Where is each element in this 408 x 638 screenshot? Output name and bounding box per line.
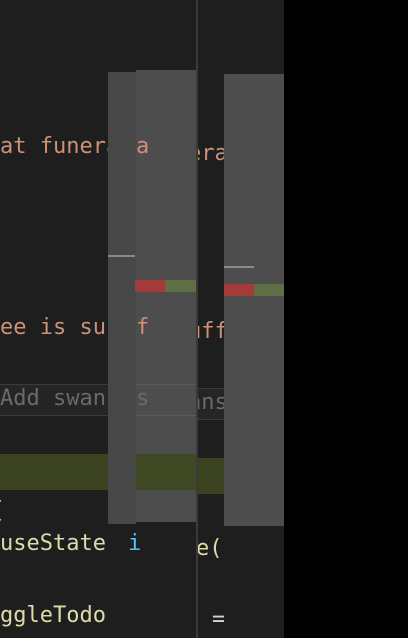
usestate-function: useState( — [0, 531, 108, 556]
code-line-usestate[interactable]: useState(i — [0, 530, 108, 558]
code-line-brace[interactable]: { — [0, 497, 3, 525]
right-code-line-string-1[interactable]: era — [198, 140, 224, 168]
toggle-function: ggleTodo — [0, 603, 106, 628]
code-line-toggle[interactable]: ggleTodo = — [0, 602, 108, 630]
code-line-string-2[interactable]: ee is suff — [0, 314, 108, 342]
right-inline-input-text[interactable]: ans — [198, 389, 224, 417]
scroll-slider-left[interactable] — [136, 70, 196, 522]
editor-pane-left[interactable]: at funera ee is suff Add swans { useStat… — [0, 0, 108, 638]
overview-ruler-right[interactable] — [224, 0, 284, 638]
inline-input-text[interactable]: Add swans — [0, 385, 108, 413]
right-diff-added-line — [198, 458, 224, 494]
overview-ruler-left[interactable]: at funera — [108, 0, 196, 638]
diff-removed-marker-left — [135, 280, 165, 292]
editor-pane-right[interactable]: era uff ans e(i = — [198, 0, 224, 638]
empty-region — [284, 0, 408, 638]
diff-added-marker-left — [165, 280, 196, 292]
diff-removed-marker-right — [224, 284, 254, 296]
diff-added-line — [0, 454, 108, 490]
cursor-marker-right — [224, 266, 254, 268]
right-assignment-operator[interactable]: = — [212, 606, 224, 634]
right-usestate-paren: e( — [198, 536, 223, 561]
right-code-line-usestate[interactable]: e(i — [198, 535, 224, 563]
scroll-slider-right[interactable] — [224, 74, 284, 526]
diff-added-marker-right — [254, 284, 284, 296]
cursor-marker-left — [108, 255, 135, 257]
right-code-line-string-2[interactable]: uff — [198, 318, 224, 346]
